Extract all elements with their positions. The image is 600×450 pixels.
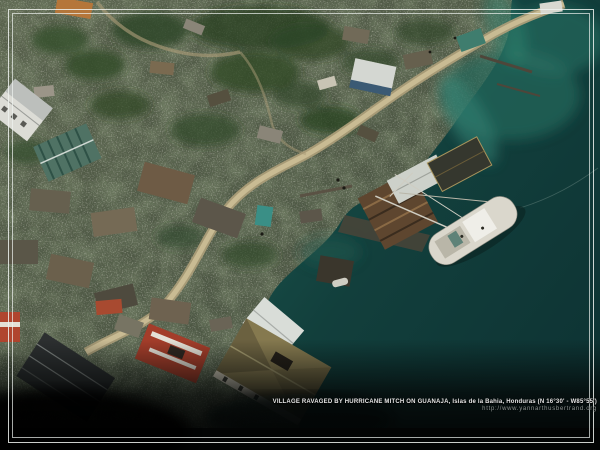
photo-frame: VILLAGE RAVAGED BY HURRICANE MITCH ON GU… <box>0 0 600 450</box>
teal-hut-roadside <box>255 205 274 227</box>
aerial-photo <box>0 0 600 450</box>
bottom-shadow <box>0 340 600 450</box>
